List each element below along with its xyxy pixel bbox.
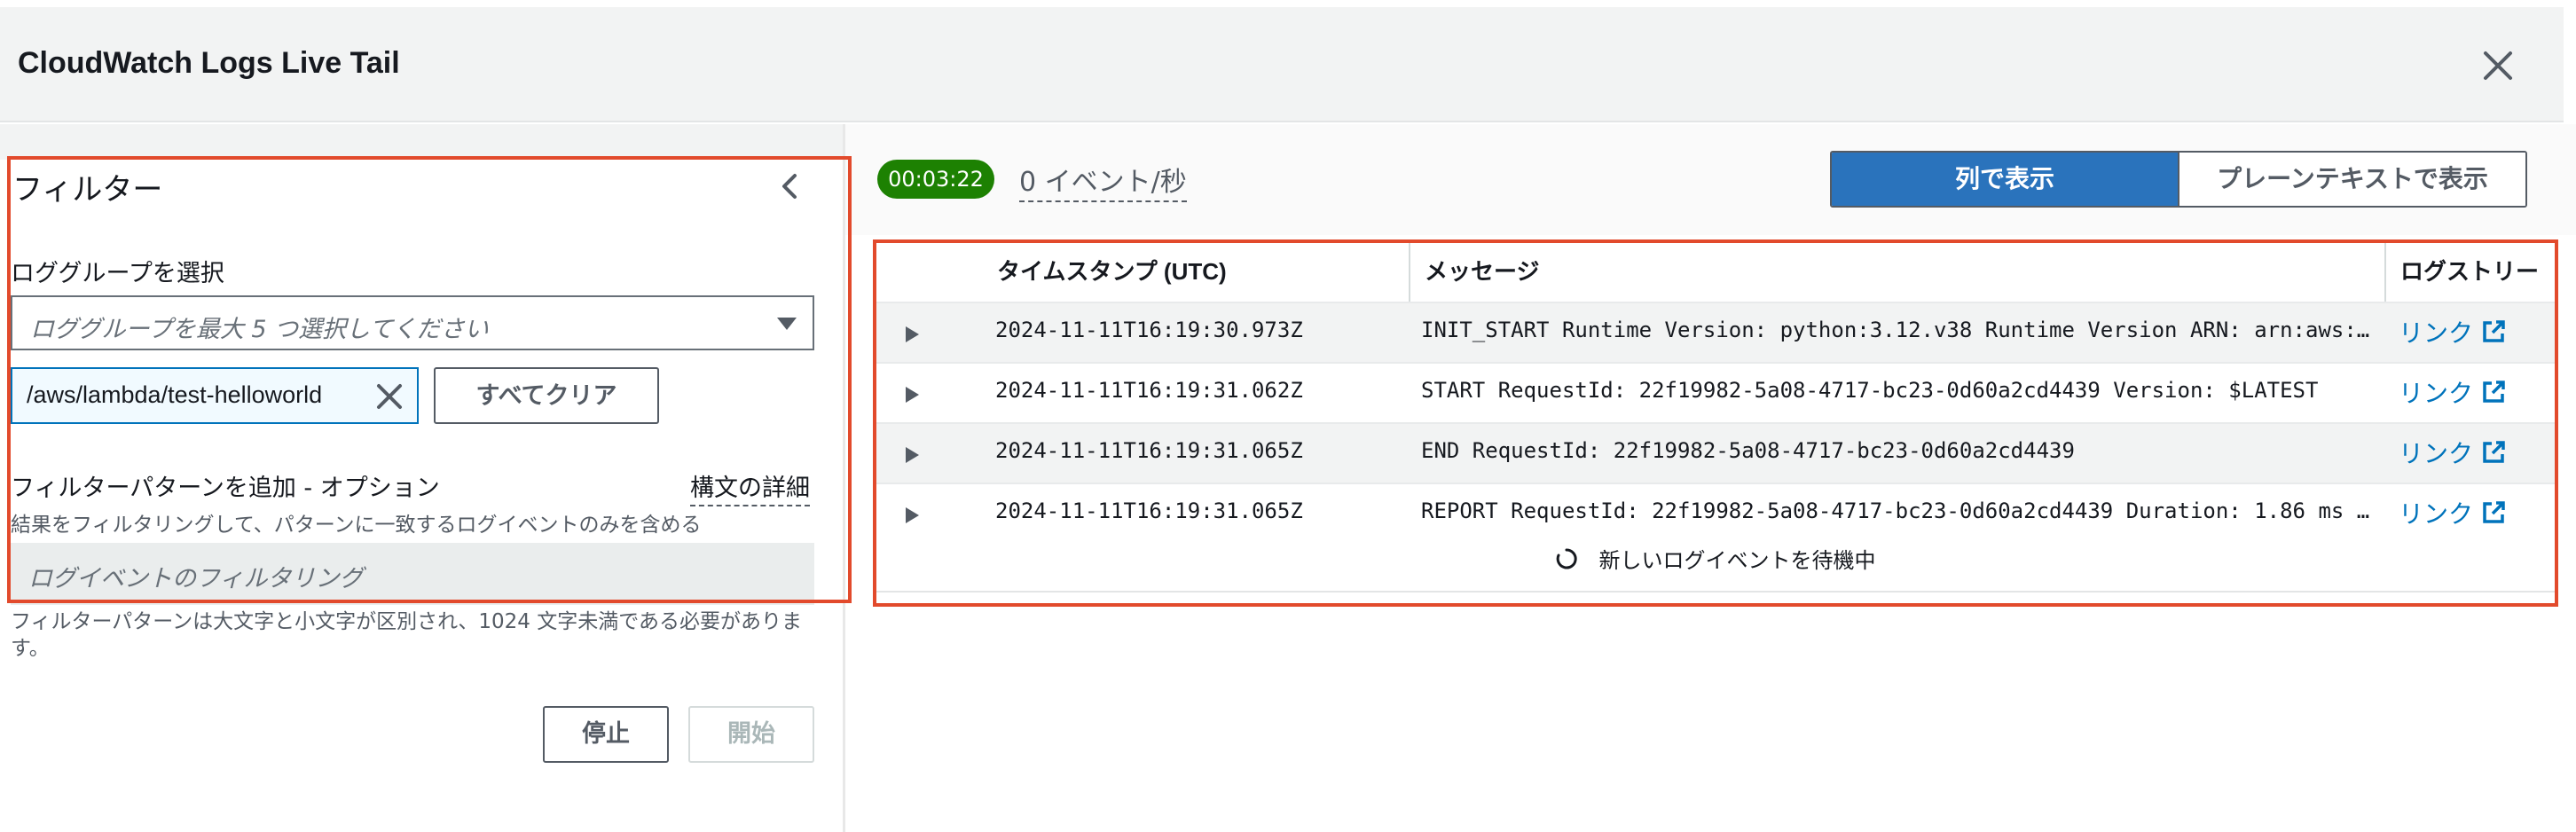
row-message: INIT_START Runtime Version: python:3.12.… bbox=[1421, 318, 2370, 342]
row-timestamp: 2024-11-11T16:19:31.065Z bbox=[995, 498, 1303, 523]
view-mode-toggle: 列で表示 プレーンテキストで表示 bbox=[1830, 151, 2527, 208]
filter-pattern-description: 結果をフィルタリングして、パターンに一致するログイベントのみを含める bbox=[11, 514, 702, 537]
link-label[interactable]: リンク bbox=[2399, 439, 2473, 468]
external-link-icon bbox=[2483, 381, 2505, 403]
log-group-token-label: /aws/lambda/test-helloworld bbox=[27, 381, 323, 408]
syntax-details-link[interactable]: 構文の詳細 bbox=[690, 468, 810, 506]
column-header-log-stream[interactable]: ログストリーム bbox=[2400, 241, 2558, 345]
stop-button[interactable]: 停止 bbox=[543, 706, 669, 763]
column-header-timestamp[interactable]: タイムスタンプ (UTC) bbox=[997, 241, 1227, 302]
column-separator[interactable] bbox=[1409, 241, 1410, 302]
row-log-stream-link[interactable]: リンク bbox=[2399, 495, 2507, 530]
filter-pattern-label: フィルターパターンを追加 - オプション bbox=[11, 475, 440, 502]
log-group-token: /aws/lambda/test-helloworld bbox=[11, 367, 419, 424]
play-expand-icon[interactable] bbox=[903, 506, 921, 525]
table-row[interactable]: 2024-11-11T16:19:31.065Z END RequestId: … bbox=[873, 422, 2558, 483]
row-timestamp: 2024-11-11T16:19:31.065Z bbox=[995, 438, 1303, 463]
filter-pattern-placeholder: ログイベントのフィルタリング bbox=[28, 565, 364, 593]
play-expand-icon[interactable] bbox=[903, 445, 921, 465]
waiting-text: 新しいログイベントを待機中 bbox=[1598, 548, 1876, 573]
close-icon[interactable] bbox=[2480, 48, 2516, 83]
row-message: START RequestId: 22f19982-5a08-4717-bc23… bbox=[1421, 378, 2319, 403]
external-link-icon bbox=[2483, 501, 2505, 523]
table-row[interactable]: 2024-11-11T16:19:31.062Z START RequestId… bbox=[873, 362, 2558, 422]
external-link-icon bbox=[2483, 320, 2505, 342]
row-log-stream-link[interactable]: リンク bbox=[2399, 435, 2507, 470]
modal-header: CloudWatch Logs Live Tail bbox=[0, 7, 2564, 122]
log-events-table: タイムスタンプ (UTC) メッセージ ログストリーム 2024-11-11T1… bbox=[873, 239, 2558, 593]
external-link-icon bbox=[2483, 441, 2505, 463]
row-log-stream-link[interactable]: リンク bbox=[2399, 314, 2507, 349]
live-tail-modal: CloudWatch Logs Live Tail フィルター ロググループを選… bbox=[0, 0, 2576, 832]
spinner-icon bbox=[1557, 547, 1578, 569]
filter-panel: フィルター ロググループを選択 ロググループを最大 5 つ選択してください /a… bbox=[0, 124, 843, 832]
table-row[interactable]: 2024-11-11T16:19:30.973Z INIT_START Runt… bbox=[873, 302, 2558, 362]
log-group-select[interactable]: ロググループを最大 5 つ選択してください bbox=[11, 295, 814, 350]
clear-all-button[interactable]: すべてクリア bbox=[434, 367, 659, 424]
event-rate[interactable]: 0 イベント/秒 bbox=[1019, 160, 1187, 202]
table-row[interactable]: 2024-11-11T16:19:31.065Z REPORT RequestI… bbox=[873, 483, 2558, 543]
filter-pattern-hint: フィルターパターンは大文字と小文字が区別され、1024 文字未満である必要があり… bbox=[11, 610, 803, 660]
column-header-message[interactable]: メッセージ bbox=[1425, 241, 1539, 302]
log-group-label: ロググループを選択 bbox=[11, 260, 224, 287]
filter-panel-top-band bbox=[0, 124, 843, 160]
filter-panel-title: フィルター bbox=[12, 172, 163, 208]
caret-down-icon bbox=[777, 318, 797, 330]
row-log-stream-link[interactable]: リンク bbox=[2399, 374, 2507, 410]
chevron-left-icon[interactable] bbox=[777, 170, 804, 202]
elapsed-timer-badge: 00:03:22 bbox=[877, 160, 994, 199]
filter-pattern-input[interactable]: ログイベントのフィルタリング bbox=[11, 543, 814, 605]
row-message: END RequestId: 22f19982-5a08-4717-bc23-0… bbox=[1421, 438, 2075, 463]
row-timestamp: 2024-11-11T16:19:30.973Z bbox=[995, 318, 1303, 342]
start-button: 開始 bbox=[688, 706, 814, 763]
link-label[interactable]: リンク bbox=[2399, 318, 2473, 348]
row-timestamp: 2024-11-11T16:19:31.062Z bbox=[995, 378, 1303, 403]
row-message: REPORT RequestId: 22f19982-5a08-4717-bc2… bbox=[1421, 498, 2370, 523]
waiting-indicator: 新しいログイベントを待機中 bbox=[873, 543, 2558, 593]
play-expand-icon[interactable] bbox=[903, 325, 921, 344]
log-group-placeholder: ロググループを最大 5 つ選択してください bbox=[30, 316, 489, 343]
play-expand-icon[interactable] bbox=[903, 385, 921, 404]
view-columns-button[interactable]: 列で表示 bbox=[1832, 153, 2179, 206]
remove-token-icon[interactable] bbox=[374, 381, 404, 412]
view-plaintext-button[interactable]: プレーンテキストで表示 bbox=[2179, 153, 2525, 206]
modal-title: CloudWatch Logs Live Tail bbox=[18, 46, 400, 80]
column-separator[interactable] bbox=[2384, 241, 2386, 302]
link-label[interactable]: リンク bbox=[2399, 499, 2473, 529]
link-label[interactable]: リンク bbox=[2399, 379, 2473, 408]
